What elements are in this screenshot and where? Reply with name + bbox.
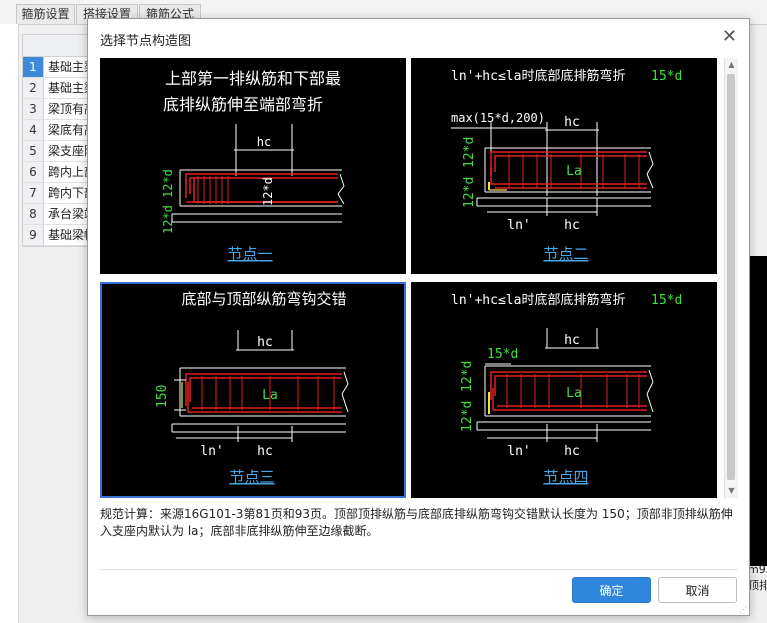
node-caption: 节点三 xyxy=(229,468,274,486)
dimension-label: ln' xyxy=(200,444,223,459)
diagram-title: ln'+hc≤la时底部底排筋弯折 xyxy=(451,292,625,308)
dimension-label: hc xyxy=(564,218,580,233)
node-diagram-dialog: 选择节点构造图 ✕ 上部第一排纵筋和下部最 底排纵筋伸至端部弯折 hc 12*d… xyxy=(87,18,750,616)
dimension-label: 150 xyxy=(155,385,170,408)
row-number: 4 xyxy=(23,120,44,140)
background-text-line: 顶排 xyxy=(748,579,767,592)
rule-description: 规范计算：来源16G101-3第81页和93页。顶部顶排纵筋与底部底排纵筋弯钩交… xyxy=(100,507,733,538)
divider xyxy=(100,569,738,570)
diagram-accent: 15*d xyxy=(651,293,682,308)
resize-grip-icon[interactable]: ⋰ xyxy=(739,605,747,614)
diagram-title: 上部第一排纵筋和下部最 xyxy=(165,69,341,88)
dimension-label: ln' xyxy=(507,218,530,233)
node-diagram-gallery: 上部第一排纵筋和下部最 底排纵筋伸至端部弯折 hc 12*d 12*d 12*d… xyxy=(100,58,720,498)
dimension-label: hc xyxy=(257,335,273,350)
dimension-label: 15*d xyxy=(487,347,518,362)
dimension-label: La xyxy=(262,388,278,403)
row-number: 9 xyxy=(23,225,44,245)
dimension-label: hc xyxy=(564,333,580,348)
node-panel-1[interactable]: 上部第一排纵筋和下部最 底排纵筋伸至端部弯折 hc 12*d 12*d 12*d… xyxy=(100,58,406,274)
node-panel-2[interactable]: ln'+hc≤la时底部底排筋弯折 15*d max(15*d,200) hc … xyxy=(411,58,717,274)
node-panel-4[interactable]: ln'+hc≤la时底部底排筋弯折 15*d 15*d hc La 12*d 1… xyxy=(411,282,717,498)
dialog-title: 选择节点构造图 xyxy=(100,34,192,49)
dimension-label: hc xyxy=(564,444,580,459)
dimension-label: 12*d xyxy=(460,401,475,432)
background-right-text: m93 顶排 xyxy=(748,562,767,594)
close-icon[interactable]: ✕ xyxy=(722,27,737,47)
dimension-label: ln' xyxy=(507,444,530,459)
background-text-line: m93 xyxy=(748,563,767,576)
node-3-diagram: 底部与顶部纵筋弯钩交错 hc La 150 ln' hc 节点三 xyxy=(155,290,349,486)
scrollbar-thumb[interactable] xyxy=(727,74,735,480)
dimension-label: La xyxy=(566,386,582,401)
dimension-label: La xyxy=(566,164,582,179)
node-4-diagram: ln'+hc≤la时底部底排筋弯折 15*d 15*d hc La 12*d 1… xyxy=(451,292,682,486)
diagram-title: 底部与顶部纵筋弯钩交错 xyxy=(181,290,346,308)
node-caption: 节点一 xyxy=(227,245,272,263)
dimension-label: 12*d xyxy=(161,169,175,198)
dimension-label: 12*d xyxy=(460,361,475,392)
dimension-label: max(15*d,200) xyxy=(451,111,545,125)
node-1-diagram: 上部第一排纵筋和下部最 底排纵筋伸至端部弯折 hc 12*d 12*d 12*d… xyxy=(161,69,345,263)
scroll-down-icon[interactable]: ▼ xyxy=(725,484,738,498)
tab-stirrup-settings[interactable]: 箍筋设置 xyxy=(16,4,75,24)
node-2-diagram: ln'+hc≤la时底部底排筋弯折 15*d max(15*d,200) hc … xyxy=(451,68,682,263)
dimension-label: hc xyxy=(257,444,273,459)
scroll-up-icon[interactable]: ▲ xyxy=(725,58,738,72)
dimension-label: 12*d xyxy=(462,137,477,168)
gallery-scrollbar[interactable]: ▲ ▼ xyxy=(724,58,738,498)
left-sidebar-strip xyxy=(0,24,19,623)
dimension-label: 12*d xyxy=(261,177,275,206)
row-number: 6 xyxy=(23,162,44,182)
row-number: 2 xyxy=(23,78,44,98)
dimension-label: 12*d xyxy=(462,177,477,208)
node-caption: 节点四 xyxy=(543,468,588,486)
node-caption: 节点二 xyxy=(543,245,588,263)
row-number: 5 xyxy=(23,141,44,161)
row-number: 1 xyxy=(23,57,44,77)
dimension-label: hc xyxy=(257,135,271,149)
dimension-label: 12*d xyxy=(161,205,175,234)
row-number: 7 xyxy=(23,183,44,203)
row-number: 3 xyxy=(23,99,44,119)
ok-button[interactable]: 确定 xyxy=(572,577,651,603)
node-panel-3[interactable]: 底部与顶部纵筋弯钩交错 hc La 150 ln' hc 节点三 xyxy=(100,282,406,498)
row-number: 8 xyxy=(23,204,44,224)
diagram-accent: 15*d xyxy=(651,69,682,84)
diagram-title: 底排纵筋伸至端部弯折 xyxy=(163,95,323,114)
diagram-title: ln'+hc≤la时底部底排筋弯折 xyxy=(451,68,625,84)
dimension-label: hc xyxy=(564,115,580,130)
cancel-button[interactable]: 取消 xyxy=(658,577,737,603)
